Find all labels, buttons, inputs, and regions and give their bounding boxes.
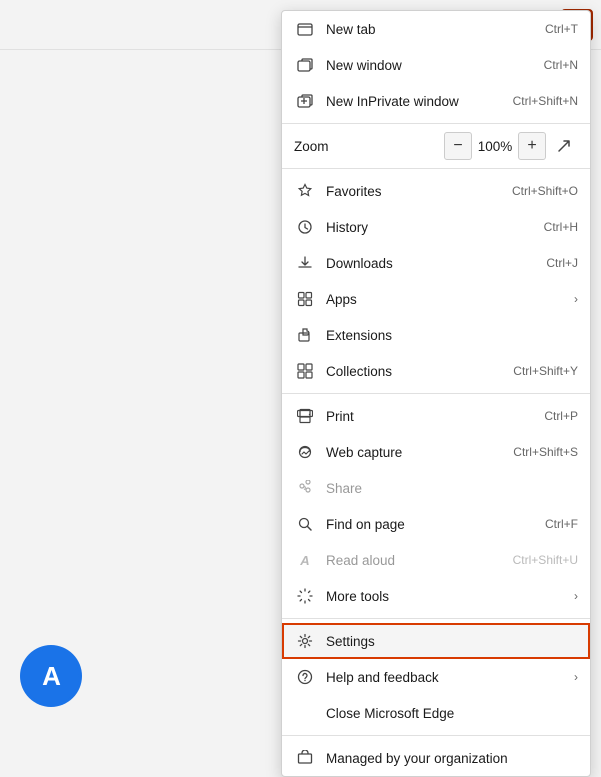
menu-item-new-inprivate[interactable]: New InPrivate window Ctrl+Shift+N [282, 83, 590, 119]
find-on-page-label: Find on page [326, 517, 537, 532]
menu-item-new-tab[interactable]: New tab Ctrl+T [282, 11, 590, 47]
menu-item-downloads[interactable]: Downloads Ctrl+J [282, 245, 590, 281]
apps-label: Apps [326, 292, 566, 307]
menu-item-extensions[interactable]: Extensions [282, 317, 590, 353]
favorites-menu-icon [294, 180, 316, 202]
menu-item-managed[interactable]: Managed by your organization [282, 740, 590, 776]
zoom-plus-button[interactable]: + [518, 132, 546, 160]
menu-item-new-window[interactable]: New window Ctrl+N [282, 47, 590, 83]
menu-item-read-aloud: A Read aloud Ctrl+Shift+U [282, 542, 590, 578]
managed-label: Managed by your organization [326, 751, 578, 766]
new-tab-label: New tab [326, 22, 537, 37]
share-label: Share [326, 481, 578, 496]
favorites-shortcut: Ctrl+Shift+O [512, 184, 578, 198]
menu-item-web-capture[interactable]: Web capture Ctrl+Shift+S [282, 434, 590, 470]
apps-icon [294, 288, 316, 310]
new-window-shortcut: Ctrl+N [544, 58, 578, 72]
appuals-logo: A [20, 645, 90, 715]
close-edge-icon [294, 702, 316, 724]
zoom-minus-button[interactable]: − [444, 132, 472, 160]
menu-item-history[interactable]: History Ctrl+H [282, 209, 590, 245]
web-capture-label: Web capture [326, 445, 505, 460]
managed-icon [294, 747, 316, 769]
divider-2 [282, 168, 590, 169]
menu-item-apps[interactable]: Apps › [282, 281, 590, 317]
downloads-label: Downloads [326, 256, 538, 271]
menu-item-close-edge[interactable]: Close Microsoft Edge [282, 695, 590, 731]
page-content [0, 50, 290, 735]
favorites-label: Favorites [326, 184, 504, 199]
zoom-label: Zoom [294, 139, 444, 154]
read-aloud-shortcut: Ctrl+Shift+U [513, 553, 578, 567]
zoom-row: Zoom − 100% + [282, 128, 590, 164]
menu-item-share: Share [282, 470, 590, 506]
new-inprivate-shortcut: Ctrl+Shift+N [513, 94, 578, 108]
web-capture-shortcut: Ctrl+Shift+S [513, 445, 578, 459]
menu-item-help-feedback[interactable]: Help and feedback › [282, 659, 590, 695]
collections-shortcut: Ctrl+Shift+Y [513, 364, 578, 378]
inprivate-icon [294, 90, 316, 112]
divider-1 [282, 123, 590, 124]
downloads-shortcut: Ctrl+J [546, 256, 578, 270]
menu-item-settings[interactable]: Settings [282, 623, 590, 659]
new-tab-icon [294, 18, 316, 40]
divider-4 [282, 618, 590, 619]
context-menu: New tab Ctrl+T New window Ctrl+N New InP… [281, 10, 591, 777]
print-label: Print [326, 409, 536, 424]
menu-item-more-tools[interactable]: More tools › [282, 578, 590, 614]
find-on-page-icon [294, 513, 316, 535]
more-tools-arrow: › [574, 589, 578, 603]
read-aloud-icon: A [294, 549, 316, 571]
help-feedback-arrow: › [574, 670, 578, 684]
collections-icon [294, 360, 316, 382]
history-label: History [326, 220, 536, 235]
svg-text:A: A [42, 661, 61, 691]
history-shortcut: Ctrl+H [544, 220, 578, 234]
menu-item-print[interactable]: Print Ctrl+P [282, 398, 590, 434]
extensions-label: Extensions [326, 328, 578, 343]
divider-3 [282, 393, 590, 394]
print-icon [294, 405, 316, 427]
new-window-label: New window [326, 58, 536, 73]
downloads-icon [294, 252, 316, 274]
menu-item-favorites[interactable]: Favorites Ctrl+Shift+O [282, 173, 590, 209]
close-edge-label: Close Microsoft Edge [326, 706, 578, 721]
zoom-controls: − 100% + [444, 132, 578, 160]
divider-5 [282, 735, 590, 736]
new-window-icon [294, 54, 316, 76]
zoom-expand-button[interactable] [550, 132, 578, 160]
extensions-icon [294, 324, 316, 346]
read-aloud-label: Read aloud [326, 553, 505, 568]
new-tab-shortcut: Ctrl+T [545, 22, 578, 36]
menu-item-find-on-page[interactable]: Find on page Ctrl+F [282, 506, 590, 542]
find-on-page-shortcut: Ctrl+F [545, 517, 578, 531]
help-icon [294, 666, 316, 688]
history-icon [294, 216, 316, 238]
print-shortcut: Ctrl+P [544, 409, 578, 423]
settings-label: Settings [326, 634, 578, 649]
apps-arrow: › [574, 292, 578, 306]
collections-label: Collections [326, 364, 505, 379]
share-icon [294, 477, 316, 499]
settings-icon [294, 630, 316, 652]
zoom-value: 100% [476, 139, 514, 154]
new-inprivate-label: New InPrivate window [326, 94, 505, 109]
menu-item-collections[interactable]: Collections Ctrl+Shift+Y [282, 353, 590, 389]
more-tools-icon [294, 585, 316, 607]
more-tools-label: More tools [326, 589, 566, 604]
web-capture-icon [294, 441, 316, 463]
help-feedback-label: Help and feedback [326, 670, 566, 685]
